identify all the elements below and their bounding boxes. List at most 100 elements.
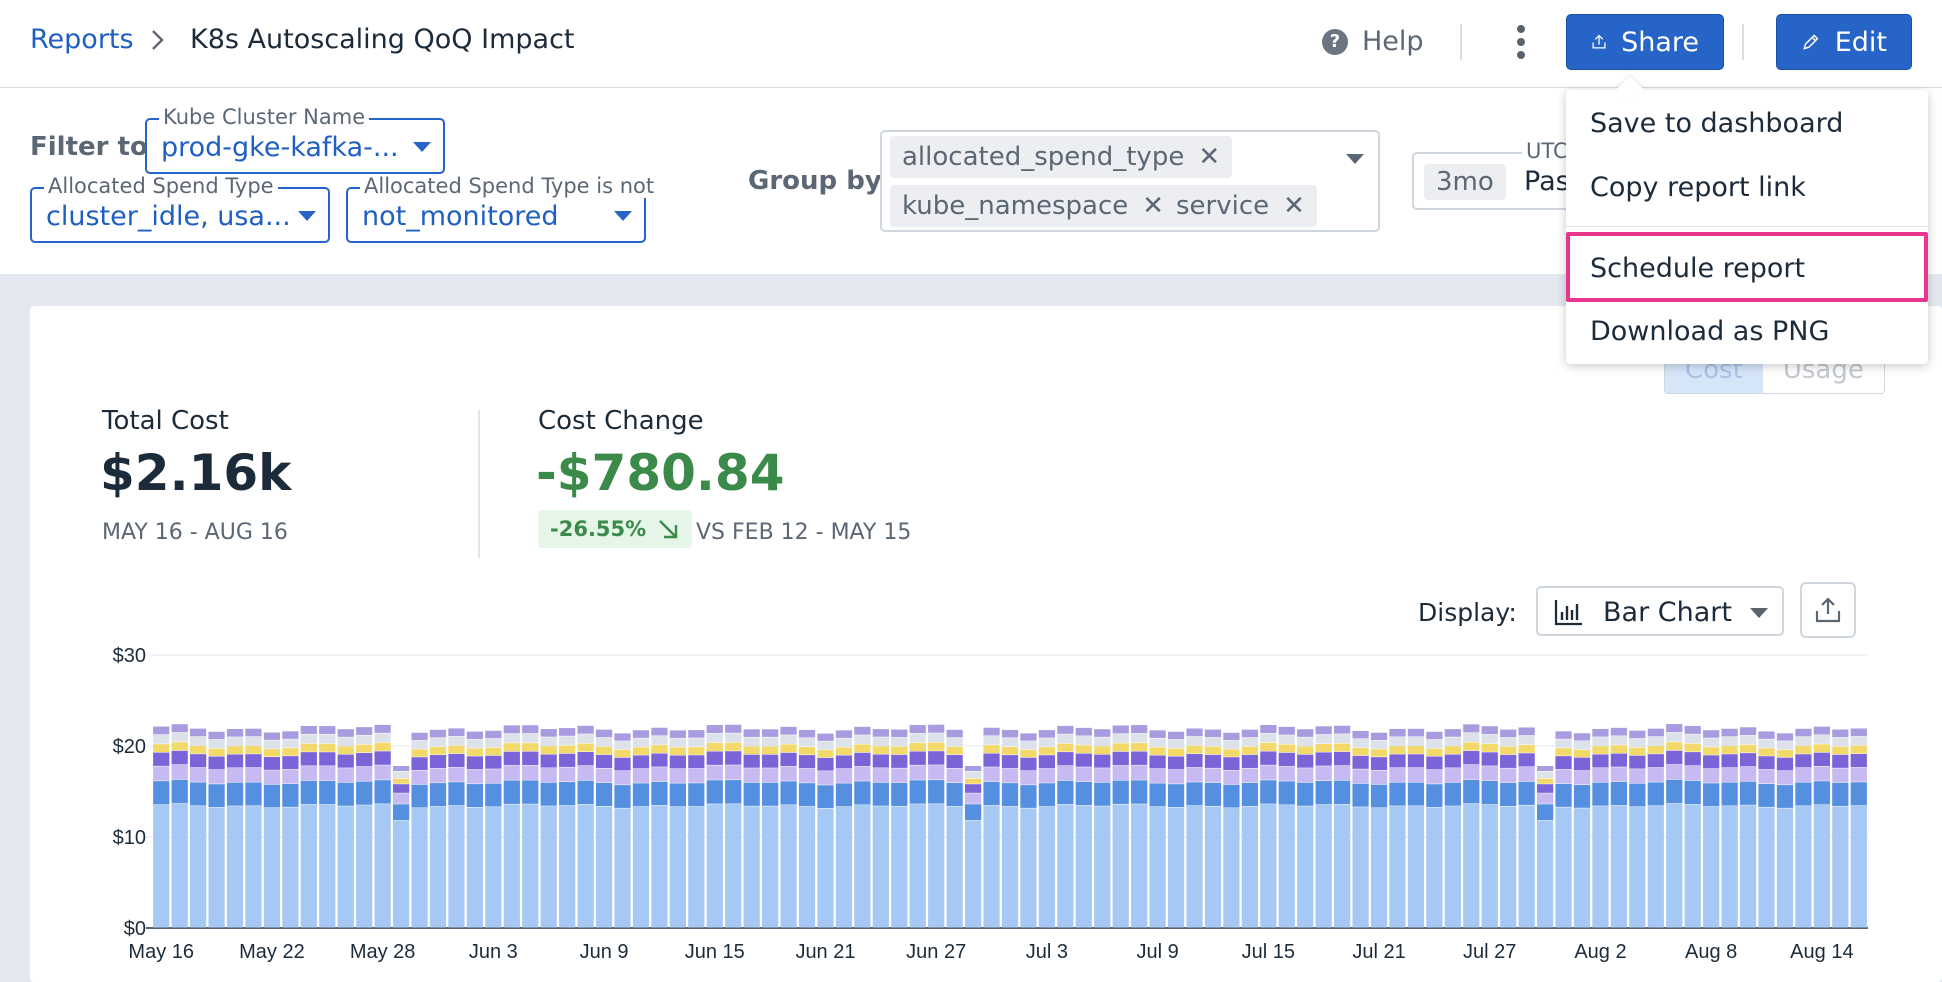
bar[interactable] bbox=[153, 726, 170, 928]
bar[interactable] bbox=[983, 727, 1000, 928]
bar[interactable] bbox=[1463, 724, 1480, 928]
bar[interactable] bbox=[282, 731, 299, 928]
bar[interactable] bbox=[651, 727, 668, 928]
more-options-icon[interactable] bbox=[1510, 22, 1532, 62]
bar[interactable] bbox=[1315, 726, 1332, 928]
bar[interactable] bbox=[891, 729, 908, 928]
bar[interactable] bbox=[190, 728, 207, 928]
bar[interactable] bbox=[1057, 725, 1074, 928]
bar[interactable] bbox=[485, 730, 502, 928]
bar[interactable] bbox=[964, 766, 982, 928]
bar[interactable] bbox=[743, 729, 760, 928]
bar[interactable] bbox=[1094, 729, 1111, 928]
breadcrumb-reports-link[interactable]: Reports bbox=[30, 24, 134, 55]
bar[interactable] bbox=[1444, 729, 1461, 928]
bar[interactable] bbox=[337, 729, 354, 928]
menu-item-save-to-dashboard[interactable]: Save to dashboard bbox=[1590, 108, 1843, 139]
bar[interactable] bbox=[706, 725, 723, 928]
bar[interactable] bbox=[1020, 733, 1037, 928]
bar[interactable] bbox=[208, 731, 225, 928]
bar[interactable] bbox=[522, 725, 539, 928]
bar[interactable] bbox=[632, 730, 650, 928]
bar[interactable] bbox=[429, 729, 447, 928]
group-by-select[interactable]: allocated_spend_type ✕ kube_namespace ✕ … bbox=[880, 130, 1380, 232]
bar[interactable] bbox=[1666, 724, 1683, 928]
bar[interactable] bbox=[1167, 731, 1185, 928]
bar[interactable] bbox=[503, 725, 520, 928]
bar[interactable] bbox=[263, 732, 281, 928]
bar[interactable] bbox=[245, 728, 262, 928]
bar[interactable] bbox=[1334, 725, 1351, 928]
bar[interactable] bbox=[835, 730, 853, 928]
bar[interactable] bbox=[226, 729, 244, 928]
bar[interactable] bbox=[171, 724, 188, 928]
bar[interactable] bbox=[577, 725, 594, 928]
bar[interactable] bbox=[356, 727, 373, 928]
bar[interactable] bbox=[1832, 729, 1849, 928]
bar[interactable] bbox=[1278, 726, 1295, 928]
bar[interactable] bbox=[1297, 729, 1314, 928]
bar[interactable] bbox=[1739, 727, 1757, 928]
bar[interactable] bbox=[669, 730, 686, 928]
bar[interactable] bbox=[1758, 731, 1775, 928]
bar[interactable] bbox=[1776, 733, 1794, 928]
remove-chip-icon[interactable]: ✕ bbox=[1142, 191, 1164, 221]
bar[interactable] bbox=[1721, 728, 1738, 928]
bar[interactable] bbox=[374, 724, 391, 928]
bar[interactable] bbox=[928, 724, 945, 928]
bar[interactable] bbox=[1813, 726, 1830, 928]
menu-item-download-png[interactable]: Download as PNG bbox=[1590, 316, 1829, 347]
bar[interactable] bbox=[1260, 725, 1277, 928]
bar[interactable] bbox=[1426, 731, 1443, 928]
bar[interactable] bbox=[1573, 733, 1591, 928]
bar[interactable] bbox=[614, 733, 631, 928]
share-button[interactable]: Share bbox=[1566, 14, 1724, 70]
remove-chip-icon[interactable]: ✕ bbox=[1283, 191, 1305, 221]
bar[interactable] bbox=[319, 726, 336, 928]
bar[interactable] bbox=[1223, 732, 1240, 928]
spend-type-not-select[interactable]: Allocated Spend Type is not not_monitore… bbox=[346, 174, 659, 243]
bar[interactable] bbox=[1518, 727, 1535, 928]
bar[interactable] bbox=[1795, 728, 1812, 928]
bar[interactable] bbox=[798, 729, 816, 928]
help-button[interactable]: ? Help bbox=[1322, 26, 1424, 57]
bar[interactable] bbox=[411, 732, 428, 928]
bar[interactable] bbox=[1075, 727, 1092, 928]
bar[interactable] bbox=[1149, 730, 1166, 928]
bar[interactable] bbox=[300, 726, 317, 928]
bar[interactable] bbox=[725, 724, 742, 928]
bar[interactable] bbox=[1684, 725, 1701, 928]
bar[interactable] bbox=[1370, 732, 1388, 928]
bar[interactable] bbox=[1204, 729, 1222, 928]
bar[interactable] bbox=[1500, 729, 1517, 928]
bar[interactable] bbox=[1850, 728, 1867, 928]
bar[interactable] bbox=[872, 729, 889, 928]
bar[interactable] bbox=[688, 730, 705, 928]
bar[interactable] bbox=[466, 731, 484, 928]
bar[interactable] bbox=[817, 733, 834, 928]
spend-type-select[interactable]: Allocated Spend Type cluster_idle, usa..… bbox=[30, 174, 330, 243]
bar[interactable] bbox=[392, 766, 410, 928]
bar[interactable] bbox=[1703, 730, 1720, 928]
bar[interactable] bbox=[448, 728, 465, 928]
bar[interactable] bbox=[762, 729, 779, 928]
bar[interactable] bbox=[1389, 728, 1406, 928]
kube-cluster-select[interactable]: Kube Cluster Name prod-gke-kafka-... bbox=[145, 105, 445, 174]
bar[interactable] bbox=[595, 729, 613, 928]
menu-item-copy-report-link[interactable]: Copy report link bbox=[1590, 172, 1806, 203]
bar[interactable] bbox=[1555, 731, 1572, 928]
bar[interactable] bbox=[1629, 730, 1646, 928]
bar[interactable] bbox=[946, 729, 963, 928]
bar[interactable] bbox=[1112, 725, 1129, 928]
bar[interactable] bbox=[1001, 729, 1019, 928]
bar[interactable] bbox=[1481, 726, 1498, 928]
bar[interactable] bbox=[1647, 728, 1664, 928]
edit-button[interactable]: Edit bbox=[1776, 14, 1912, 70]
bar[interactable] bbox=[559, 728, 576, 928]
remove-chip-icon[interactable]: ✕ bbox=[1198, 142, 1220, 172]
bar[interactable] bbox=[1407, 728, 1425, 928]
bar[interactable] bbox=[1592, 729, 1609, 928]
bar[interactable] bbox=[1186, 728, 1203, 928]
display-type-select[interactable]: Bar Chart bbox=[1536, 586, 1784, 636]
bar[interactable] bbox=[1038, 730, 1056, 928]
